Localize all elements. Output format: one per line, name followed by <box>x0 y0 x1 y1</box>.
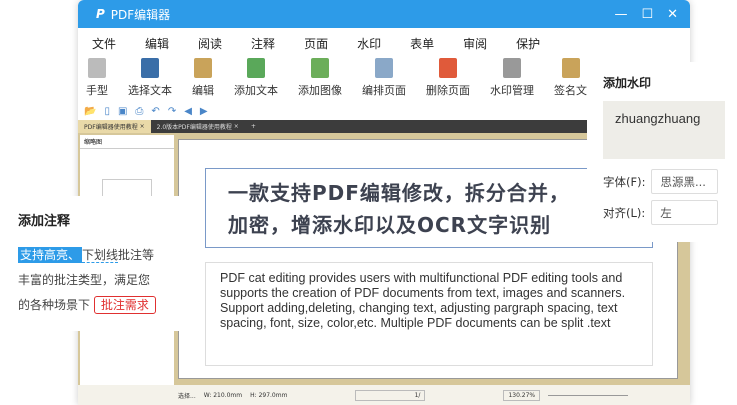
close-button[interactable]: ✕ <box>667 7 678 22</box>
tab-label: PDF编辑器使用教程 <box>84 124 138 131</box>
undo-icon[interactable]: ↶ <box>151 106 159 117</box>
new-tab-button[interactable]: + <box>245 120 262 133</box>
menu-edit[interactable]: 编辑 <box>145 35 169 52</box>
menu-file[interactable]: 文件 <box>92 35 116 52</box>
tool-icon <box>311 58 329 78</box>
tool-icon <box>439 58 457 78</box>
add-annotation-callout: 添加注释 支持高亮、 下划线批注等 丰富的批注类型，满足您 的各种场景下 批注需求 <box>0 196 184 331</box>
menu-review[interactable]: 审阅 <box>463 35 487 52</box>
tool-label: 编排页面 <box>362 84 406 97</box>
page-width: W: 210.0mm <box>203 391 243 399</box>
tool-icon <box>503 58 521 78</box>
thumbnail-panel-title: 缩略图 <box>80 135 174 149</box>
body-paragraph[interactable]: PDF cat editing provides users with mult… <box>205 262 653 366</box>
tool-label: 删除页面 <box>426 84 470 97</box>
tab-document-1[interactable]: PDF编辑器使用教程 × <box>78 120 151 133</box>
tool-icon <box>247 58 265 78</box>
app-logo-icon: P <box>96 7 105 21</box>
tool-icon <box>141 58 159 78</box>
watermark-preview[interactable]: zhuangzhuang <box>603 101 725 159</box>
tool-label: 添加图像 <box>298 84 342 97</box>
tool-label: 编辑 <box>192 84 214 97</box>
tool-icon <box>88 58 106 78</box>
annotation-text: 批注等 <box>118 248 155 262</box>
save-icon[interactable]: ▣ <box>118 106 127 117</box>
menu-read[interactable]: 阅读 <box>198 35 222 52</box>
annotation-title: 添加注释 <box>18 214 71 229</box>
annotation-text: 丰富的批注类型，满足您 <box>18 273 151 287</box>
tool-button[interactable]: 选择文本 <box>128 58 172 102</box>
tool-button[interactable]: 水印管理 <box>490 58 534 102</box>
menu-protect[interactable]: 保护 <box>516 35 540 52</box>
tool-icon <box>194 58 212 78</box>
font-select[interactable]: 思源黑... <box>651 169 719 194</box>
title-bar: P PDF编辑器 — ☐ ✕ <box>78 0 690 28</box>
back-icon[interactable]: ◀ <box>184 106 192 117</box>
forward-icon[interactable]: ▶ <box>200 106 208 117</box>
open-icon[interactable]: 📂 <box>84 106 96 117</box>
redo-icon[interactable]: ↷ <box>168 106 176 117</box>
tool-button[interactable]: 添加图像 <box>298 58 342 102</box>
maximize-button[interactable]: ☐ <box>641 7 653 22</box>
tool-button[interactable]: 删除页面 <box>426 58 470 102</box>
annotation-need-button[interactable]: 批注需求 <box>93 296 156 314</box>
tool-button[interactable]: 手型 <box>86 58 108 102</box>
menu-watermark[interactable]: 水印 <box>357 35 381 52</box>
tool-button[interactable]: 签名文 <box>554 58 587 102</box>
zoom-select[interactable]: 130.27% <box>503 389 541 401</box>
tool-label: 手型 <box>86 84 108 97</box>
select-tool-dropdown[interactable]: 选择... <box>178 391 196 400</box>
align-label: 对齐(L): <box>603 205 646 220</box>
zoom-slider[interactable] <box>548 394 629 396</box>
page-number-input[interactable]: 1/ <box>355 389 426 401</box>
menu-bar: 文件 编辑 阅读 注释 页面 水印 表单 审阅 保护 <box>78 28 690 58</box>
tool-icon <box>561 58 580 78</box>
window-title: PDF编辑器 <box>110 7 171 22</box>
highlight-sample: 支持高亮、 <box>18 247 83 263</box>
new-icon[interactable]: ▯ <box>104 106 110 117</box>
status-bar: 选择... W: 210.0mm H: 297.0mm 1/ 130.27% <box>78 385 690 405</box>
tool-button[interactable]: 编辑 <box>192 58 214 102</box>
selected-heading-textbox[interactable]: 一款支持PDF编辑修改，拆分合并， 加密，增添水印以及OCR文字识别 <box>205 168 653 248</box>
watermark-title: 添加水印 <box>603 76 652 90</box>
tab-document-2[interactable]: 2.0版本PDF编辑器使用教程 × <box>151 120 245 133</box>
tool-label: 选择文本 <box>128 84 172 97</box>
menu-form[interactable]: 表单 <box>410 35 434 52</box>
tool-label: 签名文 <box>554 84 587 97</box>
annotation-text: 的各种场景下 <box>18 298 91 312</box>
add-watermark-callout: 添加水印 zhuangzhuang 字体(F): 思源黑... 对齐(L): 左 <box>587 62 737 242</box>
tab-label: 2.0版本PDF编辑器使用教程 <box>156 124 232 131</box>
minimize-button[interactable]: — <box>614 7 627 22</box>
tool-label: 添加文本 <box>234 84 278 97</box>
tool-icon <box>375 58 393 78</box>
align-select[interactable]: 左 <box>651 200 719 225</box>
print-icon[interactable]: ⎙ <box>135 106 143 117</box>
tool-button[interactable]: 添加文本 <box>234 58 278 102</box>
font-label: 字体(F): <box>603 174 646 189</box>
underline-sample: 下划线 <box>82 248 119 263</box>
tool-button[interactable]: 编排页面 <box>362 58 406 102</box>
tool-label: 水印管理 <box>490 84 534 97</box>
menu-annotate[interactable]: 注释 <box>251 35 275 52</box>
page-height: H: 297.0mm <box>250 391 288 399</box>
menu-page[interactable]: 页面 <box>304 35 328 52</box>
